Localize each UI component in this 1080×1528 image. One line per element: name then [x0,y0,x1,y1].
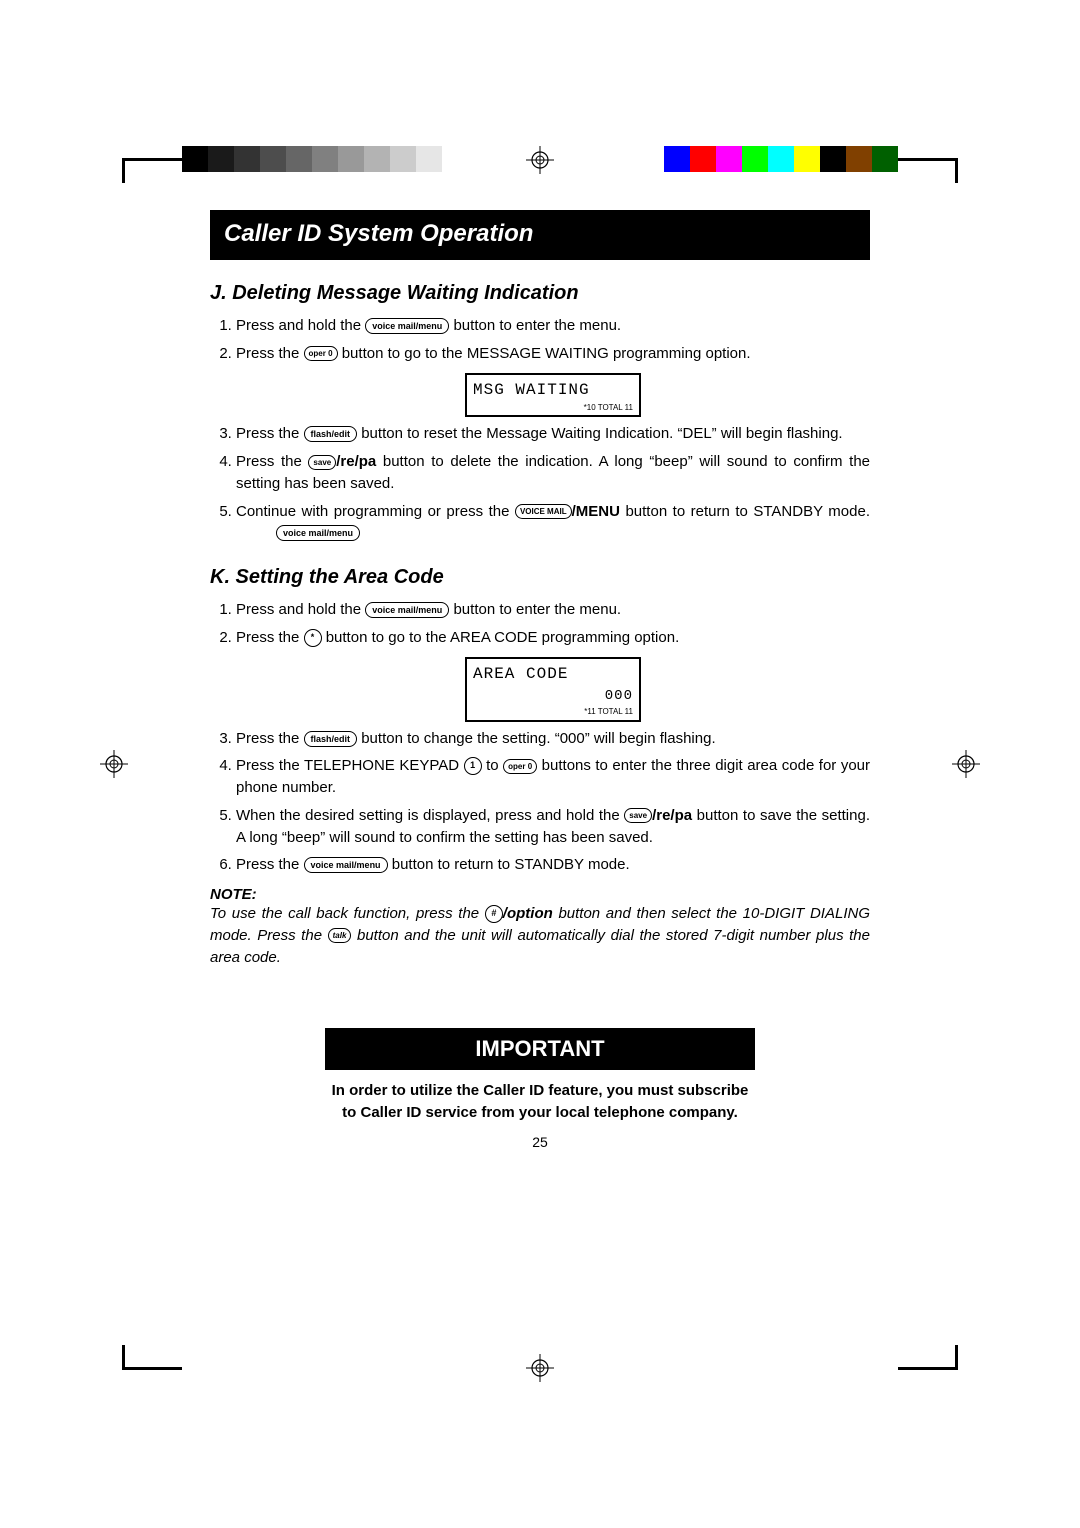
text: To use the call back function, press the [210,905,485,922]
text: button to go to the MESSAGE WAITING prog… [342,345,751,362]
text: /re/pa [652,807,692,824]
registration-mark-icon [526,146,554,174]
talk-button-icon: talk [328,928,352,943]
registration-mark-icon [526,1354,554,1382]
text: Press the [236,730,304,747]
list-item: Press the flash/edit button to change th… [236,728,870,750]
text: button to return to STANDBY mode. [625,503,870,520]
section-k-steps: Press and hold the voice mail/menu butto… [210,599,870,876]
trim-mark [955,1345,958,1370]
grayscale-calibration-bar [182,146,468,172]
star-button-icon: * [304,629,322,647]
registration-mark-icon [952,750,980,778]
trim-mark [955,158,958,183]
trim-mark [122,1345,125,1370]
trim-mark [898,1367,958,1370]
hash-button-icon: # [485,905,503,923]
list-item: When the desired setting is displayed, p… [236,805,870,849]
text: /option [503,905,553,922]
text: button to change the setting. “000” will… [361,730,715,747]
text: Press the [236,453,308,470]
text: Press the [236,425,304,442]
list-item: Press the * button to go to the AREA COD… [236,627,870,722]
note-heading: NOTE: [210,886,870,903]
text: Press and hold the [236,317,365,334]
trim-mark [898,158,958,161]
registration-mark-icon [100,750,128,778]
color-calibration-bar [638,146,898,172]
text: button to go to the AREA CODE programmin… [326,629,680,646]
page-header: Caller ID System Operation [210,210,870,260]
text: Press the [236,345,304,362]
text: to [486,757,503,774]
save-button-icon: save [308,455,336,470]
important-body: In order to utilize the Caller ID featur… [325,1070,755,1124]
text: Press the [236,856,304,873]
oper-0-button-icon: oper 0 [503,759,537,774]
voice-mail-button-icon: VOICE MAIL [515,504,572,519]
lcd-footer: *11 TOTAL 11 [473,706,633,718]
voice-mail-menu-button-icon: voice mail/menu [365,602,449,618]
text: button to reset the Message Waiting Indi… [361,425,842,442]
text: Press the TELEPHONE KEYPAD [236,757,464,774]
section-heading-k: K. Setting the Area Code [210,566,870,589]
list-item: Press the oper 0 button to go to the MES… [236,343,870,418]
section-j-steps: Press and hold the voice mail/menu butto… [210,315,870,544]
trim-mark [122,158,125,183]
text: Press the [236,629,304,646]
save-button-icon: save [624,808,652,823]
text: button to enter the menu. [453,601,621,618]
lcd-line: MSG WAITING [473,379,633,402]
page-number: 25 [210,1134,870,1150]
list-item: Press and hold the voice mail/menu butto… [236,315,870,337]
lcd-line: AREA CODE [473,663,633,686]
text: button to return to STANDBY mode. [392,856,630,873]
flash-edit-button-icon: flash/edit [304,731,358,747]
text: /re/pa [336,453,376,470]
lcd-display: MSG WAITING *10 TOTAL 11 [465,373,641,418]
text: /MENU [572,503,620,520]
list-item: Press the voice mail/menu button to retu… [236,854,870,876]
text: button to enter the menu. [453,317,621,334]
keypad-1-button-icon: 1 [464,757,482,775]
list-item: Continue with programming or press the V… [236,501,870,545]
voice-mail-menu-button-icon: voice mail/menu [276,525,360,541]
trim-mark [122,158,182,161]
note-body: To use the call back function, press the… [210,903,870,968]
text: Continue with programming or press the [236,503,515,520]
voice-mail-menu-button-icon: voice mail/menu [365,318,449,334]
list-item: Press and hold the voice mail/menu butto… [236,599,870,621]
list-item: Press the flash/edit button to reset the… [236,423,870,445]
lcd-display: AREA CODE 000 *11 TOTAL 11 [465,657,641,722]
voice-mail-menu-button-icon: voice mail/menu [304,857,388,873]
text: Press and hold the [236,601,365,618]
list-item: Press the TELEPHONE KEYPAD 1 to oper 0 b… [236,755,870,799]
document-body: Caller ID System Operation J. Deleting M… [210,210,870,1150]
important-notice: IMPORTANT In order to utilize the Caller… [325,1028,755,1124]
oper-0-button-icon: oper 0 [304,346,338,361]
trim-mark [122,1367,182,1370]
section-heading-j: J. Deleting Message Waiting Indication [210,282,870,305]
lcd-footer: *10 TOTAL 11 [473,402,633,414]
list-item: Press the save/re/pa button to delete th… [236,451,870,495]
flash-edit-button-icon: flash/edit [304,426,358,442]
text: When the desired setting is displayed, p… [236,807,624,824]
lcd-line: 000 [473,686,633,706]
important-title: IMPORTANT [325,1028,755,1070]
